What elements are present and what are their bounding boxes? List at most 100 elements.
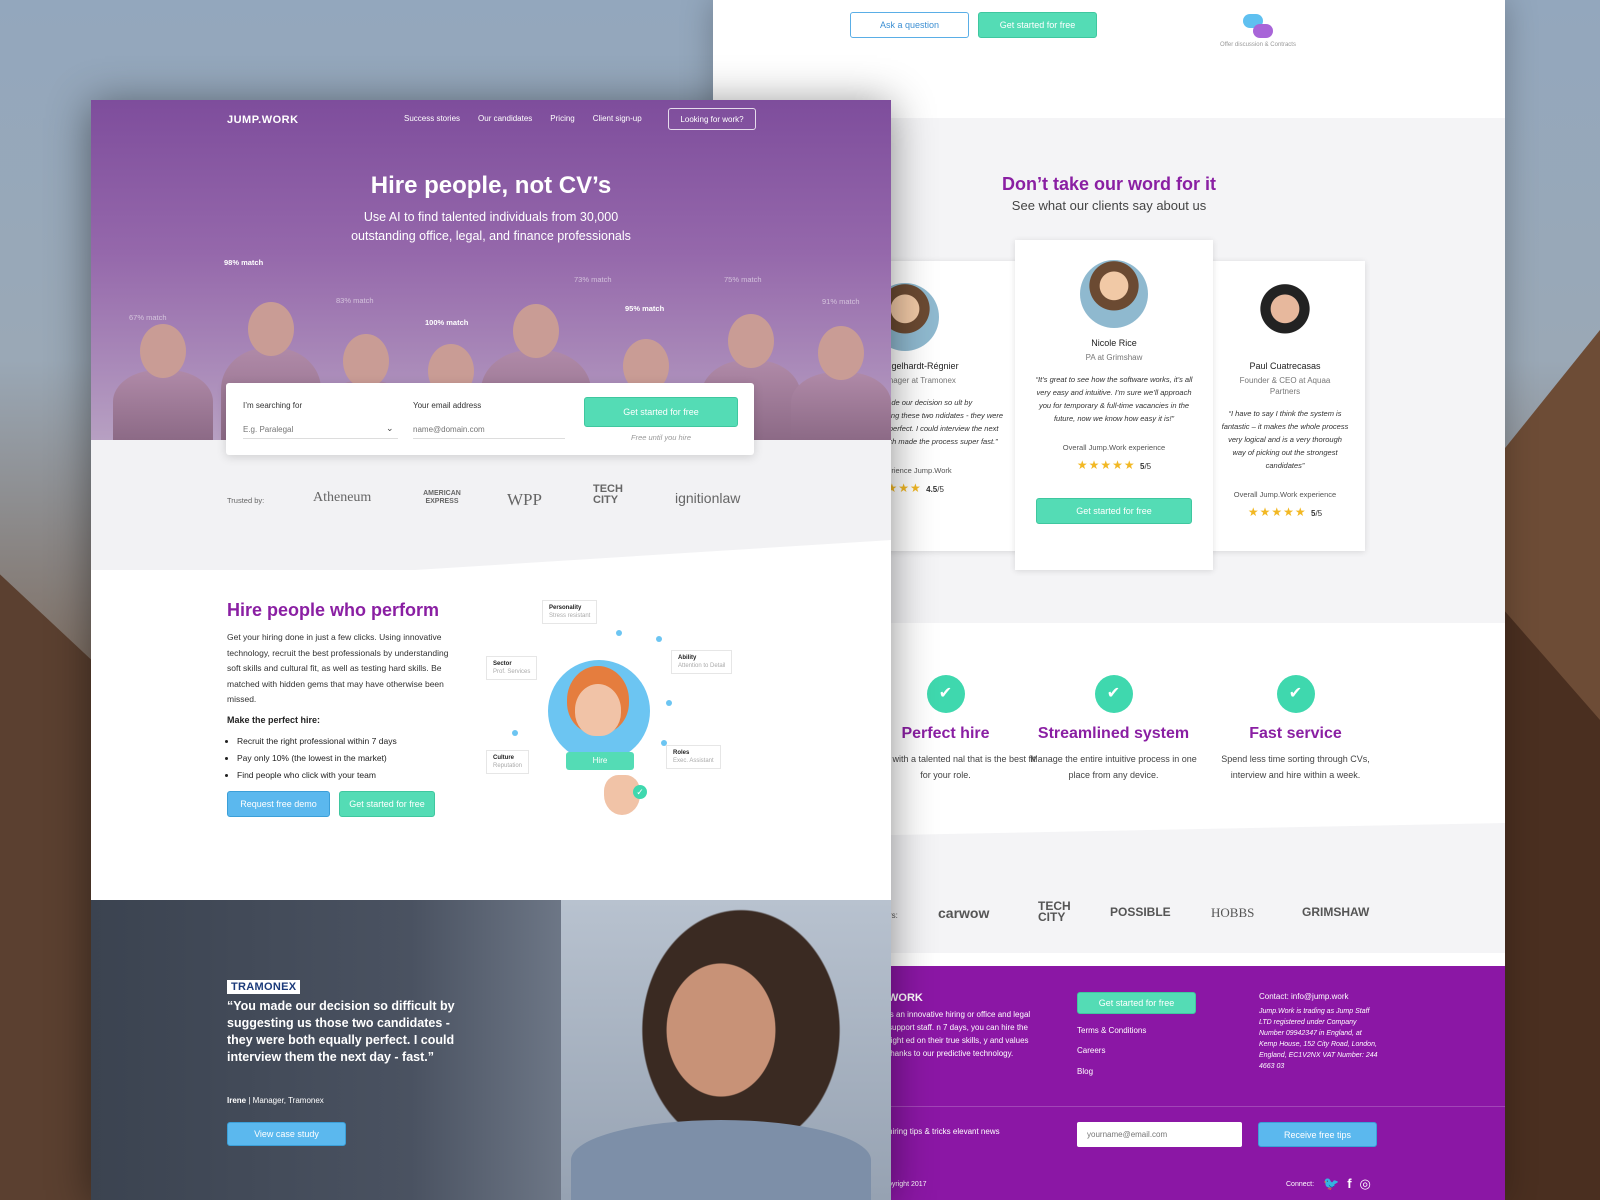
- logo-possible: POSSIBLE: [1110, 905, 1171, 919]
- tag-value: Prof. Services: [493, 669, 531, 675]
- view-case-study-button[interactable]: View case study: [227, 1122, 346, 1146]
- instagram-icon[interactable]: ◎: [1360, 1176, 1379, 1191]
- testimonial-name: Nicole Rice: [1091, 338, 1137, 348]
- check-icon: ✓: [633, 785, 647, 799]
- trait-tag-roles: Roles Exec. Assistant: [666, 745, 721, 769]
- main-nav: Success stories Our candidates Pricing C…: [404, 114, 642, 123]
- footer-contact: Contact: info@jump.work: [1259, 992, 1349, 1001]
- get-started-button-card[interactable]: Get started for free: [1036, 498, 1192, 524]
- rating-out-of: /5: [1144, 462, 1152, 471]
- searching-label: I’m searching for: [243, 401, 303, 410]
- receive-tips-button[interactable]: Receive free tips: [1258, 1122, 1377, 1147]
- candidate-avatar-icon: [575, 684, 621, 736]
- footer-link-careers[interactable]: Careers: [1077, 1046, 1105, 1055]
- rating-out-of: /5: [937, 485, 944, 494]
- looking-for-work-button[interactable]: Looking for work?: [668, 108, 756, 130]
- footer-copyright: pyright 2017: [888, 1181, 927, 1188]
- node-dot: [512, 730, 518, 736]
- feature-title: Fast service: [1249, 725, 1342, 742]
- nav-client-signup[interactable]: Client sign-up: [593, 114, 642, 123]
- match-badge: 73% match: [574, 275, 612, 284]
- benefits-list: Recruit the right professional within 7 …: [237, 733, 397, 784]
- case-study-author: Irene | Manager, Tramonex: [227, 1096, 324, 1105]
- get-started-button-perform[interactable]: Get started for free: [339, 791, 435, 817]
- logo-atheneum: Atheneum: [313, 490, 372, 505]
- email-field[interactable]: [413, 421, 565, 439]
- tag-value: Exec. Assistant: [673, 758, 714, 764]
- nav-our-candidates[interactable]: Our candidates: [478, 114, 532, 123]
- logo-wpp: WPP: [507, 490, 542, 509]
- node-dot: [616, 630, 622, 636]
- node-dot: [666, 700, 672, 706]
- nav-pricing[interactable]: Pricing: [550, 114, 574, 123]
- testimonial-name: Paul Cuatrecasas: [1249, 361, 1321, 371]
- email-label: Your email address: [413, 401, 482, 410]
- node-dot: [656, 636, 662, 642]
- facebook-icon[interactable]: f: [1347, 1176, 1359, 1191]
- tag-value: Stress resistant: [549, 613, 591, 619]
- matching-illustration: Personality Stress resistant Sector Prof. …: [486, 600, 751, 820]
- logo-tech-city: TECH CITY: [593, 483, 623, 506]
- tag-key: Roles: [673, 750, 690, 756]
- search-box: I’m searching for ⌄ Your email address G…: [226, 383, 754, 455]
- author-name: Irene: [227, 1096, 247, 1105]
- logo-grimshaw: GRIMSHAW: [1302, 905, 1370, 919]
- chevron-down-icon[interactable]: ⌄: [386, 423, 394, 434]
- feature-title: Streamlined system: [1037, 725, 1190, 742]
- logo-ignitionlaw: ignitionlaw: [675, 490, 741, 506]
- perform-description: Get your hiring done in just a few click…: [227, 632, 449, 704]
- match-badge: 100% match: [425, 318, 469, 327]
- list-item: Find people who click with your team: [237, 767, 397, 784]
- feature-text: Manage the entire intuitive process in o…: [1030, 754, 1197, 780]
- footer-tips-text: hiring tips & tricks elevant news: [888, 1127, 1000, 1136]
- match-badge: 98% match: [224, 258, 264, 267]
- hero-title: Hire people, not CV’s: [370, 172, 612, 199]
- match-badge: 91% match: [822, 297, 860, 306]
- footer-link-blog[interactable]: Blog: [1077, 1067, 1093, 1076]
- footer-description: is an innovative hiring or office and le…: [888, 1010, 1031, 1058]
- testimonial-quote: “I have to say I think the system is fan…: [1221, 409, 1349, 470]
- trait-tag-sector: Sector Prof. Services: [486, 656, 538, 680]
- footer-get-started-button[interactable]: Get started for free: [1077, 992, 1196, 1014]
- testimonial-role: Founder & CEO at Aquaa Partners: [1239, 376, 1331, 396]
- feature-text: Spend less time sorting through CVs, int…: [1221, 754, 1370, 780]
- hire-button[interactable]: Hire: [566, 752, 634, 770]
- twitter-icon[interactable]: 🐦: [1323, 1176, 1347, 1191]
- tag-value: Attention to Detail: [678, 663, 726, 669]
- case-study-quote: “You made our decision so difficult by s…: [227, 999, 455, 1064]
- get-started-button-hero[interactable]: Get started for free: [584, 397, 738, 427]
- footer-legal: Jump.Work is trading as Jump Staff LTD r…: [1259, 1008, 1378, 1070]
- trusted-label: Trusted by:: [227, 496, 265, 505]
- request-demo-button[interactable]: Request free demo: [227, 791, 330, 817]
- trait-tag-personality: Personality Stress resistant: [542, 600, 598, 624]
- logo-american-express: AMERICAN EXPRESS: [423, 490, 461, 505]
- check-icon: ✔: [1276, 675, 1315, 713]
- testimonial-overall: Overall Jump.Work experience: [1233, 490, 1337, 499]
- chat-bubble-icon: [1243, 14, 1273, 40]
- front-page-mockup: JUMP.WORK Success stories Our candidates…: [91, 100, 891, 1200]
- testimonial-quote: “It’s great to see how the software work…: [1035, 375, 1193, 423]
- match-badge: 95% match: [625, 304, 665, 313]
- role-search-input[interactable]: [243, 421, 398, 439]
- footer-link-terms[interactable]: Terms & Conditions: [1077, 1026, 1146, 1035]
- perform-title: Hire people who perform: [227, 600, 440, 620]
- site-logo[interactable]: JUMP.WORK: [227, 114, 299, 126]
- avatar: [1080, 260, 1148, 328]
- offer-label: Offer discussion & Contracts: [1220, 42, 1296, 48]
- newsletter-email-input[interactable]: [1077, 1122, 1242, 1147]
- candidate-photo: [113, 324, 213, 440]
- tag-key: Ability: [678, 655, 697, 661]
- free-until-hire-note: Free until you hire: [630, 433, 692, 442]
- testimonial-role: PA at Grimshaw: [1085, 353, 1143, 362]
- rating-stars: ★★★★★ 5/5: [1076, 458, 1152, 472]
- check-icon: ✔: [926, 675, 965, 713]
- logo-tech-city: TECH CITY: [1038, 899, 1071, 924]
- rating-stars: ★★★★★ 5/5: [1247, 505, 1323, 519]
- ask-question-button[interactable]: Ask a question: [850, 12, 969, 38]
- nav-success-stories[interactable]: Success stories: [404, 114, 460, 123]
- get-started-button-top[interactable]: Get started for free: [978, 12, 1097, 38]
- hero-subtitle: Use AI to find talented individuals from…: [351, 210, 631, 243]
- footer-connect-label: Connect:: [1286, 1181, 1315, 1188]
- logo-hobbs: HOBBS: [1211, 905, 1255, 920]
- case-study-photo-shirt: [571, 1120, 871, 1200]
